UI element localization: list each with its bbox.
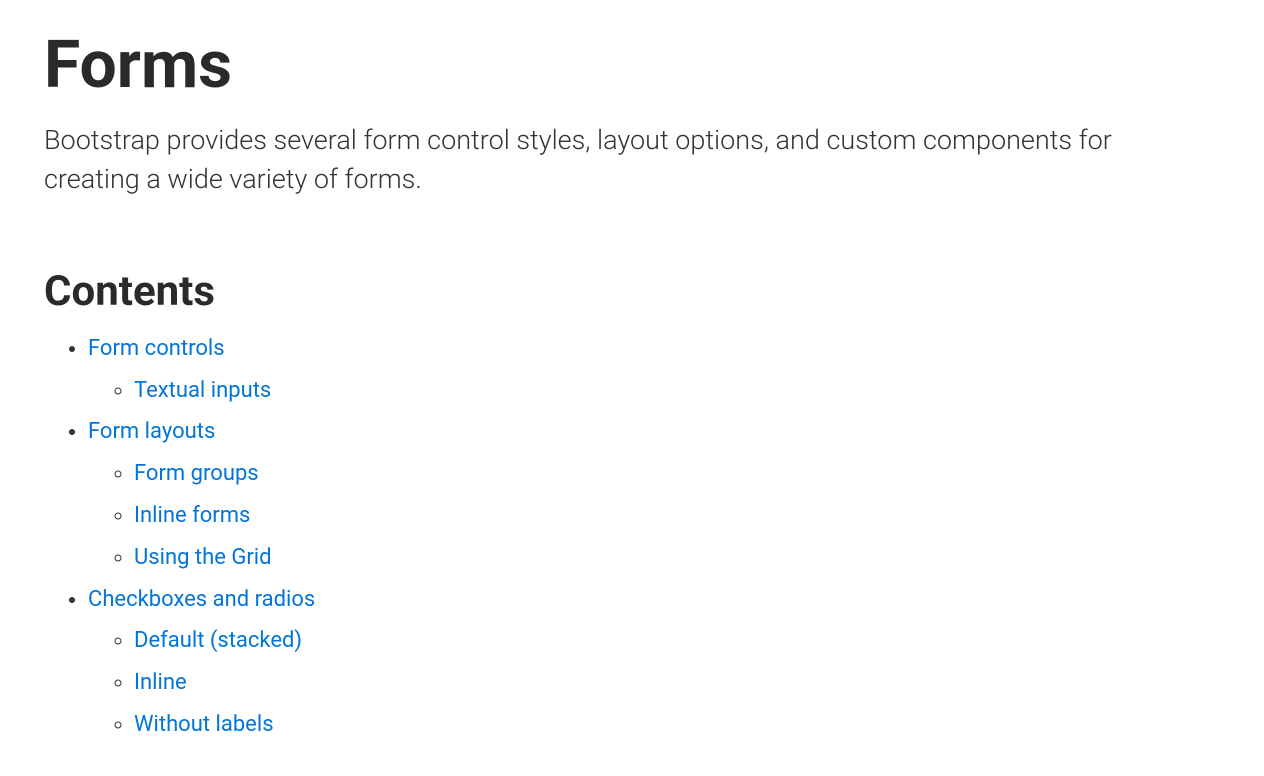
toc-item: Form groups (134, 453, 1220, 495)
toc-item: Without labels (134, 704, 1220, 746)
toc-link-form-layouts[interactable]: Form layouts (88, 419, 215, 444)
toc-item: Textual inputs (134, 370, 1220, 412)
toc-link-without-labels[interactable]: Without labels (134, 712, 274, 737)
toc-item: Inline forms (134, 495, 1220, 537)
toc-link-textual-inputs[interactable]: Textual inputs (134, 378, 271, 403)
table-of-contents: Form controls Textual inputs Form layout… (44, 328, 1220, 746)
toc-item: Using the Grid (134, 537, 1220, 579)
toc-item: Form layouts Form groups Inline forms Us… (88, 411, 1220, 578)
toc-item: Inline (134, 662, 1220, 704)
toc-link-form-controls[interactable]: Form controls (88, 336, 225, 361)
toc-link-using-the-grid[interactable]: Using the Grid (134, 545, 272, 570)
toc-item: Default (stacked) (134, 620, 1220, 662)
toc-link-inline-forms[interactable]: Inline forms (134, 503, 250, 528)
contents-heading: Contents (44, 267, 1220, 316)
toc-link-default-stacked[interactable]: Default (stacked) (134, 628, 302, 653)
toc-link-form-groups[interactable]: Form groups (134, 461, 259, 486)
toc-item: Form controls Textual inputs (88, 328, 1220, 412)
toc-link-inline[interactable]: Inline (134, 670, 187, 695)
lead-paragraph: Bootstrap provides several form control … (44, 121, 1194, 199)
toc-item: Checkboxes and radios Default (stacked) … (88, 579, 1220, 746)
toc-link-checkboxes-and-radios[interactable]: Checkboxes and radios (88, 587, 315, 612)
page-title: Forms (44, 30, 1220, 103)
